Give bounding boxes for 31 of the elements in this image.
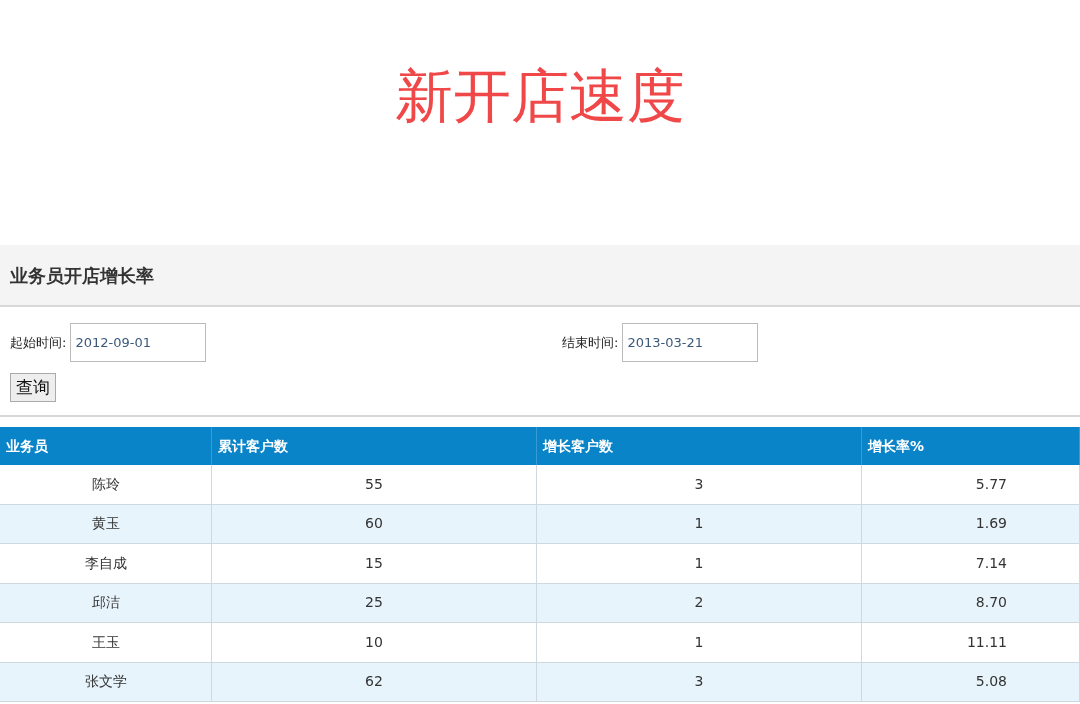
date-field[interactable]: 2012-09-01 [70, 323, 207, 362]
table-cell: 陈玲 [0, 465, 212, 504]
table-cell: 5.77 [862, 465, 1080, 504]
field-label: 起始时间: [10, 333, 67, 352]
table-cell: 1 [537, 504, 862, 543]
table-cell: 3 [537, 662, 862, 701]
table-cell: 11.11 [862, 623, 1080, 662]
table-cell: 5.08 [862, 662, 1080, 701]
table-cell: 王玉 [0, 623, 212, 662]
date-field[interactable]: 2013-03-21 [622, 323, 759, 362]
table-cell: 7.14 [862, 544, 1080, 583]
field-label: 结束时间: [562, 333, 619, 352]
query-button[interactable]: 查询 [10, 373, 56, 402]
section-title: 业务员开店增长率 [10, 263, 154, 288]
table-cell: 1.69 [862, 504, 1080, 543]
table-cell: 62 [212, 662, 537, 701]
table-cell: 张文学 [0, 662, 212, 701]
table-cell: 55 [212, 465, 537, 504]
table-cell: 邱洁 [0, 583, 212, 622]
page-title: 新开店速度 [395, 61, 685, 132]
table-cell: 1 [537, 544, 862, 583]
table-cell: 15 [212, 544, 537, 583]
table-cell: 1 [537, 623, 862, 662]
table-cell: 3 [537, 465, 862, 504]
table-cell: 60 [212, 504, 537, 543]
table-cell: 李自成 [0, 544, 212, 583]
table-cell: 8.70 [862, 583, 1080, 622]
table-cell: 25 [212, 583, 537, 622]
table-cell: 黄玉 [0, 504, 212, 543]
table-cell: 10 [212, 623, 537, 662]
table-cell: 2 [537, 583, 862, 622]
